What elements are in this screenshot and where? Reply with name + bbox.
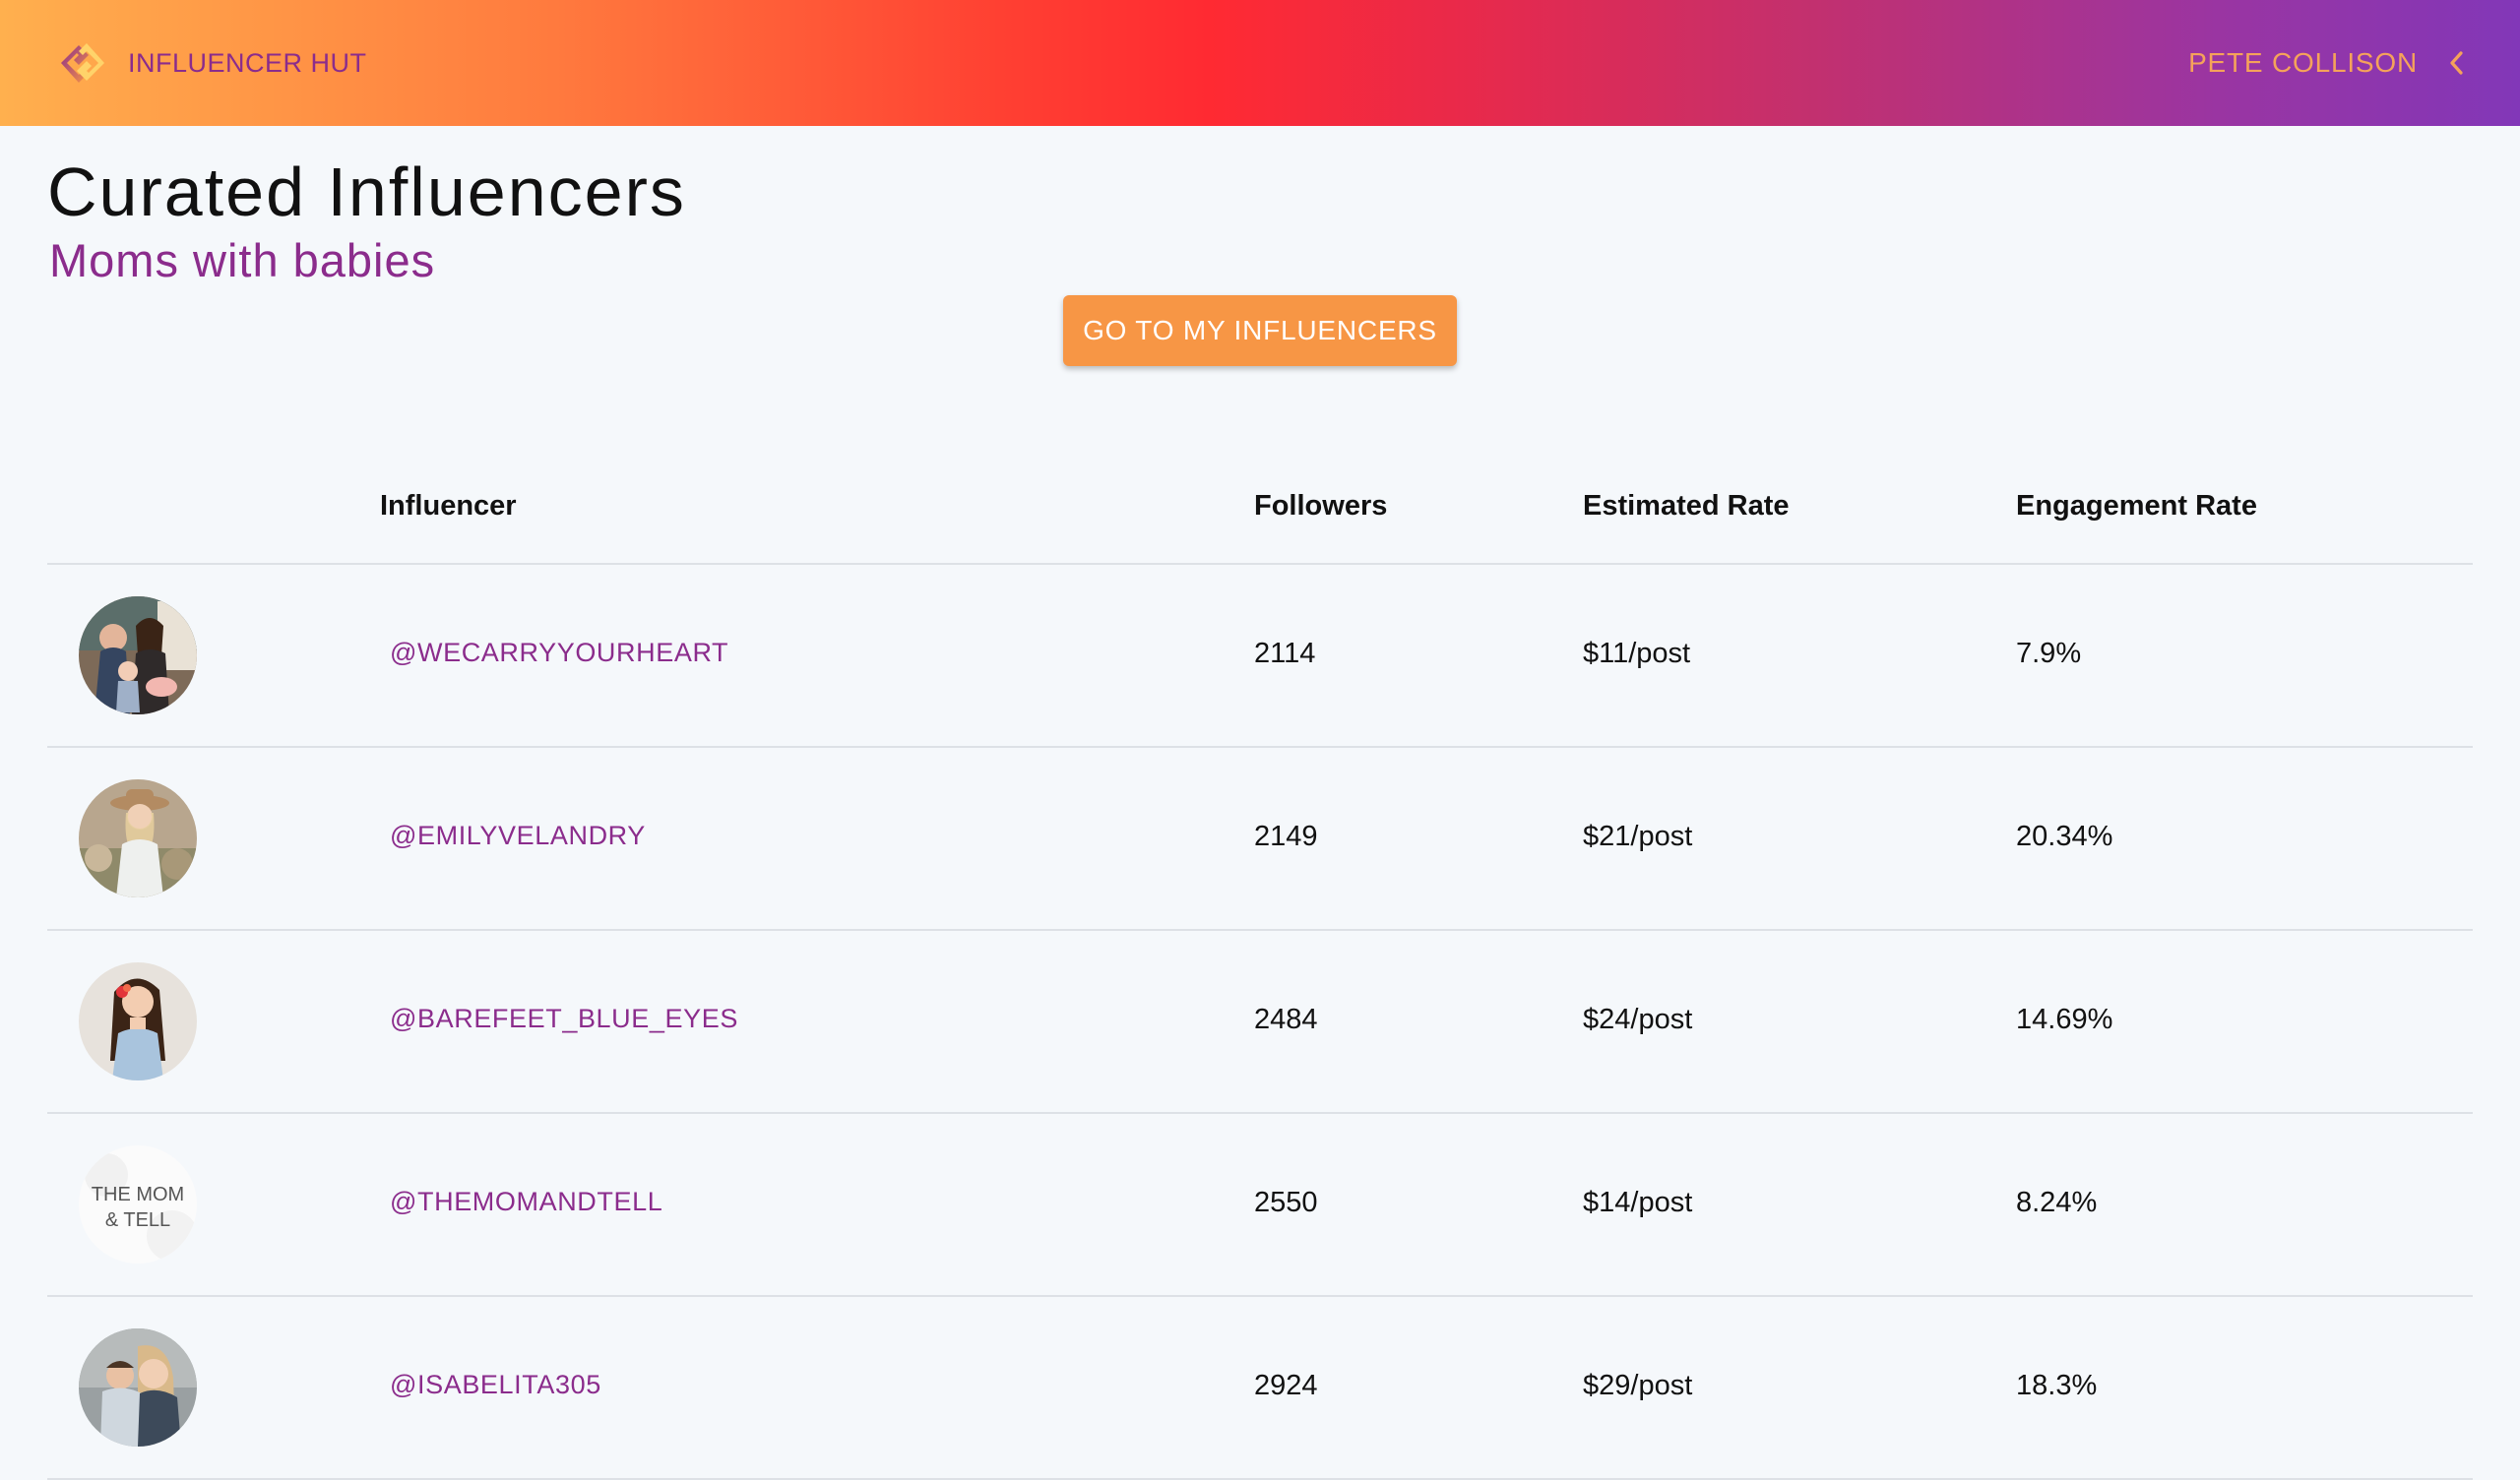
brand-logo-icon xyxy=(61,43,104,83)
engagement-rate-value: 14.69% xyxy=(2016,1004,2113,1035)
estimated-rate-value: $14/post xyxy=(1583,1187,1693,1218)
page-subtitle: Moms with babies xyxy=(49,234,436,286)
page-title: Curated Influencers xyxy=(47,154,686,230)
avatar[interactable] xyxy=(79,779,197,897)
table-row[interactable]: @BAREFEET_BLUE_EYES 2484 $24/post 14.69% xyxy=(47,931,2473,1114)
brand-link[interactable]: INFLUENCER HUT xyxy=(57,39,367,87)
brand-name: INFLUENCER HUT xyxy=(128,47,367,78)
chevron-left-icon[interactable] xyxy=(2447,50,2465,76)
table-header: Influencer Followers Estimated Rate Enga… xyxy=(47,453,2473,565)
table-row[interactable]: @WECARRYYOURHEART 2114 $11/post 7.9% xyxy=(47,565,2473,748)
table-row[interactable]: @ISABELITA305 2924 $29/post 18.3% xyxy=(47,1297,2473,1480)
user-name: PETE COLLISON xyxy=(2188,47,2418,78)
engagement-rate-value: 7.9% xyxy=(2016,638,2082,669)
mother-baby-photo-avatar xyxy=(79,1328,197,1447)
influencer-table: Influencer Followers Estimated Rate Enga… xyxy=(47,453,2473,1480)
family-photo-avatar xyxy=(79,596,197,714)
estimated-rate-value: $21/post xyxy=(1583,821,1693,852)
estimated-rate-value: $29/post xyxy=(1583,1370,1693,1401)
followers-value: 2149 xyxy=(1254,821,1318,852)
avatar[interactable] xyxy=(79,962,197,1080)
engagement-rate-value: 8.24% xyxy=(2016,1187,2098,1218)
engagement-rate-value: 18.3% xyxy=(2016,1370,2098,1401)
column-header-engagement-rate[interactable]: Engagement Rate xyxy=(2016,490,2257,523)
go-to-my-influencers-button[interactable]: GO TO MY INFLUENCERS xyxy=(1063,295,1457,366)
user-menu[interactable]: PETE COLLISON xyxy=(2188,39,2465,87)
column-header-followers[interactable]: Followers xyxy=(1254,490,1387,523)
column-header-influencer[interactable]: Influencer xyxy=(380,490,517,523)
influencer-handle-link[interactable]: @WECARRYYOURHEART xyxy=(390,638,728,668)
followers-value: 2484 xyxy=(1254,1004,1318,1035)
engagement-rate-value: 20.34% xyxy=(2016,821,2113,852)
estimated-rate-value: $24/post xyxy=(1583,1004,1693,1035)
influencer-handle-link[interactable]: @EMILYVELANDRY xyxy=(390,821,646,851)
table-row[interactable]: @EMILYVELANDRY 2149 $21/post 20.34% xyxy=(47,748,2473,931)
svg-text:THE MOM: THE MOM xyxy=(92,1184,184,1205)
followers-value: 2924 xyxy=(1254,1370,1318,1401)
top-bar: INFLUENCER HUT PETE COLLISON xyxy=(0,0,2520,126)
avatar[interactable] xyxy=(79,1328,197,1447)
influencer-handle-link[interactable]: @THEMOMANDTELL xyxy=(390,1187,662,1217)
svg-text:& TELL: & TELL xyxy=(105,1209,170,1231)
avatar[interactable] xyxy=(79,596,197,714)
influencer-handle-link[interactable]: @ISABELITA305 xyxy=(390,1370,601,1400)
mom-and-tell-logo-avatar: THE MOM & TELL xyxy=(79,1145,197,1264)
column-header-estimated-rate[interactable]: Estimated Rate xyxy=(1583,490,1790,523)
followers-value: 2550 xyxy=(1254,1187,1318,1218)
woman-flower-photo-avatar xyxy=(79,962,197,1080)
table-row[interactable]: THE MOM & TELL @THEMOMANDTELL 2550 $14/p… xyxy=(47,1114,2473,1297)
woman-hat-photo-avatar xyxy=(79,779,197,897)
influencer-handle-link[interactable]: @BAREFEET_BLUE_EYES xyxy=(390,1004,738,1034)
avatar[interactable]: THE MOM & TELL xyxy=(79,1145,197,1264)
followers-value: 2114 xyxy=(1254,638,1316,669)
estimated-rate-value: $11/post xyxy=(1583,638,1691,669)
